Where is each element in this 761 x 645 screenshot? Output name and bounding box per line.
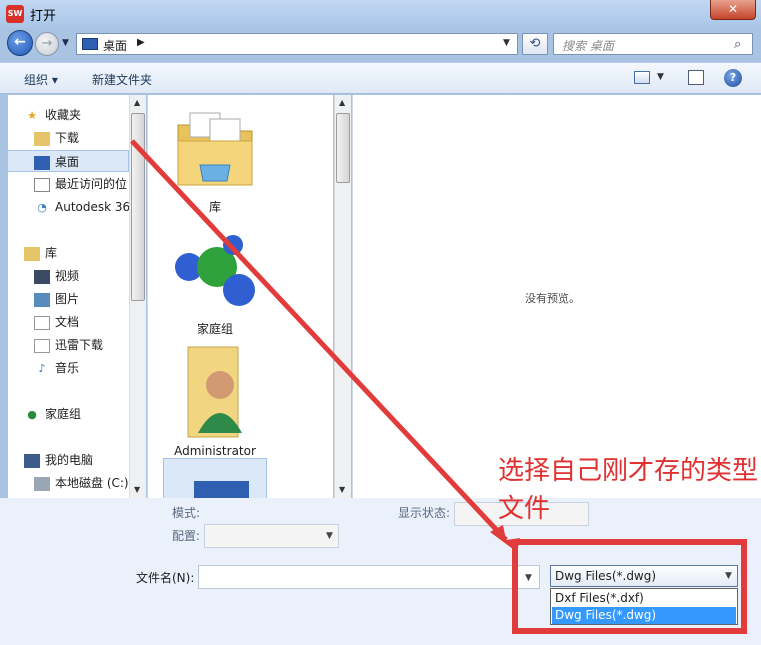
annotation-text: 选择自己刚才存的类型文件	[498, 456, 759, 524]
navigation-bar: ← → ▼ 桌面 ▶ ▼ ⟲ 搜索 桌面 ⌕	[0, 28, 761, 60]
mode-label: 模式:	[172, 506, 201, 520]
scroll-down-icon[interactable]: ▼	[339, 485, 345, 494]
disk-icon	[34, 476, 50, 491]
library-icon	[24, 246, 40, 261]
filename-label: 文件名(N):	[136, 571, 195, 585]
back-button[interactable]: ←	[7, 30, 33, 56]
config-label: 配置:	[172, 529, 201, 543]
scroll-thumb[interactable]	[336, 113, 350, 183]
file-item-administrator[interactable]: Administrator	[163, 341, 267, 458]
search-input[interactable]: 搜索 桌面 ⌕	[553, 33, 753, 55]
scroll-up-icon[interactable]: ▲	[134, 98, 140, 107]
organize-button[interactable]: 组织 ▾	[24, 71, 58, 88]
picture-icon	[34, 292, 50, 307]
sidebar-item-label: 最近访问的位	[55, 177, 128, 191]
sidebar-item-desktop[interactable]: 桌面	[8, 150, 129, 172]
filename-input[interactable]: ▼	[198, 565, 540, 589]
file-item-library[interactable]: 库	[163, 105, 267, 215]
desktop-icon	[82, 38, 98, 50]
file-item-homegroup[interactable]: 家庭组	[163, 227, 267, 337]
download-icon	[34, 338, 50, 353]
sidebar-item-label: 我的电脑	[45, 453, 94, 467]
chevron-right-icon[interactable]: ▶	[137, 37, 145, 48]
homegroup-icon: ●	[27, 407, 37, 421]
sidebar-item-label: 库	[45, 246, 58, 260]
navigation-pane: ★ 收藏夹 下载 桌面 最近访问的位 ◔ Autodesk 36 库 视频 图片 文…	[8, 95, 146, 498]
open-dialog: SW 打开 ✕ ← → ▼ 桌面 ▶ ▼ ⟲ 搜索 桌面 ⌕ 组织 ▾ 新建文件…	[0, 0, 761, 645]
recent-icon	[34, 177, 50, 192]
file-list: 库 家庭组 Administrator	[147, 95, 333, 498]
window-title: 打开	[30, 9, 57, 24]
sidebar-item-label: 迅雷下载	[55, 338, 104, 352]
sidebar-item-label: 视频	[55, 269, 80, 283]
sidebar-item-label: 文档	[55, 315, 80, 329]
autodesk-icon: ◔	[37, 200, 47, 214]
no-preview-text: 没有预览。	[525, 292, 580, 305]
search-icon[interactable]: ⌕	[734, 37, 741, 52]
desktop-icon	[34, 155, 50, 170]
sidebar-item-label: 音乐	[55, 361, 80, 375]
homegroup-icon	[175, 235, 255, 306]
scroll-thumb[interactable]	[131, 113, 145, 301]
sidebar-item-computer[interactable]: 我的电脑	[24, 449, 146, 471]
close-button[interactable]: ✕	[710, 0, 756, 20]
star-icon: ★	[27, 108, 37, 122]
address-text: 桌面	[103, 39, 128, 53]
solidworks-app-icon: SW	[6, 5, 24, 23]
history-dropdown-icon[interactable]: ▼	[62, 38, 69, 48]
music-icon: ♪	[38, 361, 46, 375]
library-folder-icon	[177, 112, 253, 186]
help-icon[interactable]: ?	[724, 69, 742, 87]
command-toolbar: 组织 ▾ 新建文件夹 ▼ ?	[0, 62, 761, 94]
user-folder-icon	[187, 346, 242, 438]
sidebar-item-libraries[interactable]: 库	[24, 242, 146, 264]
sidebar-item-label: 本地磁盘 (C:)	[55, 476, 129, 490]
search-placeholder: 搜索 桌面	[562, 39, 614, 53]
address-bar[interactable]: 桌面 ▶ ▼	[76, 33, 518, 55]
view-dropdown-icon[interactable]: ▼	[657, 72, 664, 82]
sidebar-item-label: 下载	[55, 131, 80, 145]
config-select: ▼	[204, 524, 339, 548]
preview-pane-icon[interactable]	[688, 70, 704, 85]
sidebar-item-homegroup[interactable]: ● 家庭组	[24, 403, 146, 425]
file-list-scrollbar[interactable]: ▲ ▼	[334, 95, 351, 498]
annotation-highlight-box	[512, 539, 747, 634]
sidebar-item-label: 收藏夹	[45, 108, 82, 122]
chevron-down-icon: ▼	[326, 531, 333, 541]
navigation-scrollbar[interactable]: ▲ ▼	[129, 95, 146, 498]
video-icon	[34, 269, 50, 284]
new-folder-button[interactable]: 新建文件夹	[92, 71, 152, 88]
desktop-icon	[194, 481, 249, 498]
document-icon	[34, 315, 50, 330]
display-state-label: 显示状态:	[398, 506, 451, 520]
refresh-button[interactable]: ⟲	[522, 33, 548, 55]
title-bar: SW 打开 ✕	[0, 0, 761, 28]
sidebar-item-label: 桌面	[55, 155, 80, 169]
view-options-icon[interactable]	[634, 71, 650, 84]
sidebar-item-label: Autodesk 36	[55, 200, 131, 214]
download-icon	[34, 131, 50, 146]
scroll-up-icon[interactable]: ▲	[339, 98, 345, 107]
scroll-down-icon[interactable]: ▼	[134, 485, 140, 494]
file-item-label: 库	[208, 200, 221, 214]
file-item-label: Administrator	[174, 444, 256, 458]
sidebar-item-label: 图片	[55, 292, 80, 306]
address-dropdown-icon[interactable]: ▼	[503, 38, 510, 48]
computer-icon	[24, 453, 40, 468]
sidebar-item-label: 家庭组	[45, 407, 82, 421]
file-item-selected[interactable]	[163, 458, 267, 498]
file-item-label: 家庭组	[196, 322, 233, 336]
sidebar-item-favorites[interactable]: ★ 收藏夹	[24, 104, 146, 126]
forward-button[interactable]: →	[35, 32, 59, 56]
preview-pane: 没有预览。	[352, 95, 761, 498]
